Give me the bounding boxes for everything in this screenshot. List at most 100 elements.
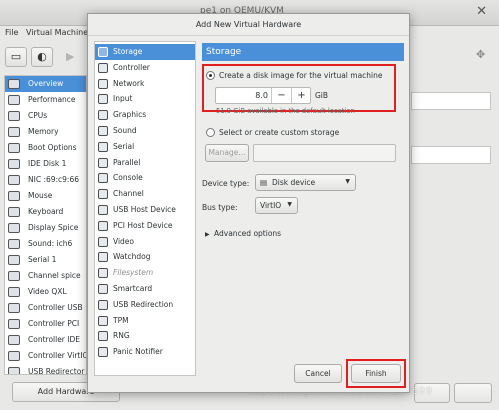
device-list-item[interactable]: IDE Disk 1 — [5, 156, 86, 172]
device-list-item[interactable]: CPUs — [5, 108, 86, 124]
device-type-value: Disk device — [272, 178, 316, 187]
device-type-dropdown[interactable]: ▤ Disk device ▼ — [255, 174, 356, 191]
chevron-down-icon: ▼ — [287, 201, 292, 208]
bus-type-value: VirtIO — [260, 201, 282, 210]
device-list-item[interactable]: Video QXL — [5, 284, 86, 300]
category-item-storage[interactable]: Storage — [95, 44, 195, 60]
controller-icon — [8, 351, 20, 361]
nic-icon — [8, 175, 20, 185]
device-list-item[interactable]: Controller IDE — [5, 332, 86, 348]
manage-button[interactable]: Manage... — [205, 144, 249, 162]
memory-icon — [8, 127, 20, 137]
controller-icon — [8, 319, 20, 329]
category-label: USB Redirection — [113, 299, 174, 309]
category-item-graphics[interactable]: Graphics — [95, 107, 195, 123]
device-list-item[interactable]: Serial 1 — [5, 252, 86, 268]
finish-button[interactable]: Finish — [351, 364, 401, 383]
category-item-parallel[interactable]: Parallel — [95, 155, 195, 171]
display-icon — [8, 223, 20, 233]
category-label: Storage — [113, 47, 143, 56]
decrease-size-button[interactable]: − — [271, 88, 291, 103]
device-list-item[interactable]: Keyboard — [5, 204, 86, 220]
monitor-icon[interactable]: ▭ — [5, 47, 27, 67]
cancel-button[interactable]: Cancel — [294, 364, 342, 383]
increase-size-button[interactable]: + — [291, 88, 311, 103]
category-label: TPM — [113, 315, 129, 325]
category-label: Sound — [113, 126, 137, 135]
category-item-pci-host-device[interactable]: PCI Host Device — [95, 218, 195, 234]
device-list-item[interactable]: Sound: ich6 — [5, 236, 86, 252]
category-item-video[interactable]: Video — [95, 234, 195, 250]
device-list-item[interactable]: Overview — [5, 76, 86, 92]
category-item-serial[interactable]: Serial — [95, 139, 195, 155]
category-item-usb-host-device[interactable]: USB Host Device — [95, 202, 195, 218]
category-item-controller[interactable]: Controller — [95, 60, 195, 76]
device-list-item[interactable]: Memory — [5, 124, 86, 140]
custom-storage-label: Select or create custom storage — [219, 128, 340, 137]
device-list-item-label: Sound: ich6 — [28, 239, 73, 248]
menu-file[interactable]: File — [5, 28, 18, 37]
category-item-console[interactable]: Console — [95, 170, 195, 186]
lightbulb-icon[interactable]: ◐ — [31, 47, 53, 67]
device-list-item[interactable]: Boot Options — [5, 140, 86, 156]
background-button — [454, 383, 492, 403]
device-list-item[interactable]: Mouse — [5, 188, 86, 204]
dialog-title: Add New Virtual Hardware — [88, 14, 409, 36]
device-list-item[interactable]: Display Spice — [5, 220, 86, 236]
create-disk-radio[interactable] — [206, 71, 215, 80]
device-list-item-label: Channel spice — [28, 271, 81, 280]
create-disk-label: Create a disk image for the virtual mach… — [219, 71, 383, 80]
category-item-channel[interactable]: Channel — [95, 186, 195, 202]
device-list-item-label: Video QXL — [28, 287, 67, 296]
close-icon[interactable]: ✕ — [476, 4, 487, 19]
device-list-item-label: Overview — [28, 79, 64, 88]
device-list-item[interactable]: Controller USB — [5, 300, 86, 316]
category-item-smartcard[interactable]: Smartcard — [95, 281, 195, 297]
category-item-tpm[interactable]: TPM — [95, 313, 195, 329]
device-list-item-label: Mouse — [28, 191, 53, 200]
usb-host-icon — [98, 205, 108, 215]
category-item-watchdog[interactable]: Watchdog — [95, 249, 195, 265]
mouse-icon — [8, 191, 20, 201]
device-list-item-label: Performance — [28, 95, 76, 104]
category-item-sound[interactable]: Sound — [95, 123, 195, 139]
device-list-item[interactable]: Controller PCI — [5, 316, 86, 332]
custom-storage-path-field[interactable] — [253, 144, 396, 162]
menu-bar: File Virtual Machine — [0, 28, 90, 42]
sound-icon — [98, 126, 108, 136]
category-item-panic-notifier[interactable]: Panic Notifier — [95, 344, 195, 360]
keyboard-icon — [8, 207, 20, 217]
category-item-input[interactable]: Input — [95, 91, 195, 107]
parallel-icon — [98, 157, 108, 168]
disk-size-spinner[interactable]: 8.0 − + — [215, 87, 311, 104]
category-item-usb-redirection[interactable]: USB Redirection — [95, 297, 195, 313]
device-list-item[interactable]: USB Redirector — [5, 364, 86, 374]
device-list-item[interactable]: Performance — [5, 92, 86, 108]
category-item-network[interactable]: Network — [95, 76, 195, 92]
category-label: Network — [113, 78, 145, 88]
bus-type-dropdown[interactable]: VirtIO ▼ — [255, 197, 298, 214]
play-icon[interactable]: ▶ — [66, 50, 74, 63]
category-item-filesystem[interactable]: Filesystem — [95, 265, 195, 281]
device-list-item-label: Keyboard — [28, 207, 64, 216]
controller-icon — [98, 62, 108, 73]
watchdog-icon — [98, 252, 108, 263]
custom-storage-radio[interactable] — [206, 128, 215, 137]
tpm-icon — [98, 315, 108, 326]
device-list-item[interactable]: Controller VirtIO — [5, 348, 86, 364]
advanced-options-expander[interactable]: ▶ Advanced options — [205, 229, 281, 238]
category-label: PCI Host Device — [113, 220, 173, 230]
category-label: Video — [113, 236, 135, 246]
chevron-down-icon: ▼ — [345, 178, 350, 185]
category-label: Smartcard — [113, 284, 153, 293]
category-item-rng[interactable]: RNG — [95, 328, 195, 344]
category-label: USB Host Device — [113, 205, 176, 214]
menu-virtual-machine[interactable]: Virtual Machine — [26, 28, 88, 37]
device-list-item[interactable]: NIC :69:c9:66 — [5, 172, 86, 188]
disk-size-value[interactable]: 8.0 — [216, 91, 268, 100]
network-icon — [98, 78, 108, 89]
video-icon — [98, 236, 108, 247]
device-list-item[interactable]: Channel spice — [5, 268, 86, 284]
usb-icon — [8, 367, 20, 374]
device-list-item-label: Controller VirtIO — [28, 351, 87, 360]
